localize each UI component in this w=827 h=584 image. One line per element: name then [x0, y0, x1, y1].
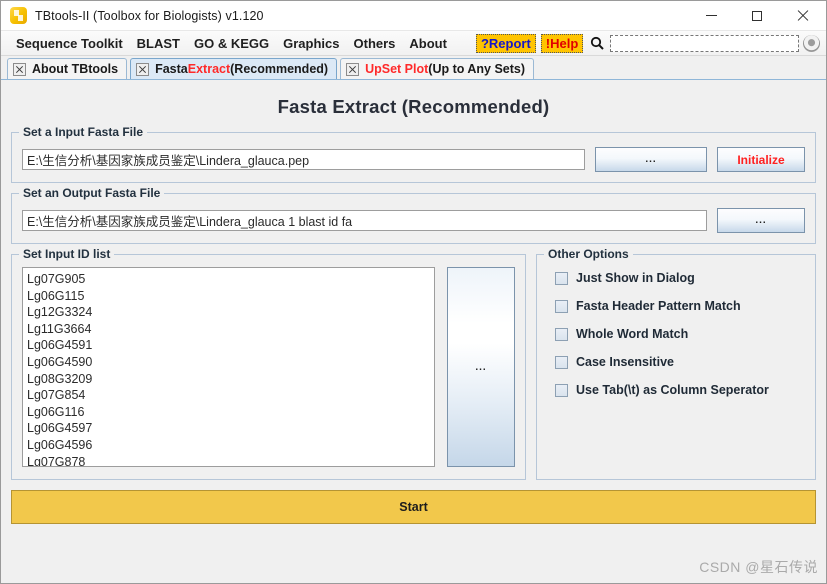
- input-fasta-browse-button[interactable]: ...: [595, 147, 707, 172]
- close-button[interactable]: [780, 1, 826, 31]
- initialize-button[interactable]: Initialize: [717, 147, 805, 172]
- menu-sequence-toolkit[interactable]: Sequence Toolkit: [9, 34, 130, 53]
- tab-label-about-tbtools: About TBtools: [32, 62, 119, 76]
- status-indicator-icon[interactable]: [803, 34, 820, 52]
- tbtools-logo-icon: [10, 7, 27, 24]
- list-item: Lg11G3664: [27, 321, 92, 336]
- input-fasta-group-body: E:\生信分析\基因家族成员鉴定\Lindera_glauca.pep ... …: [12, 133, 815, 182]
- checkbox-fasta-header-pattern-match[interactable]: Fasta Header Pattern Match: [555, 299, 805, 313]
- title-bar: TBtools-II (Toolbox for Biologists) v1.1…: [1, 1, 826, 31]
- tab-label-upset-plot: UpSet Plot: [365, 62, 429, 76]
- list-item: Lg07G905: [27, 272, 86, 286]
- checkbox-use-tab-as-column-seperator[interactable]: Use Tab(\t) as Column Seperator: [555, 383, 805, 397]
- output-fasta-group-title: Set an Output Fasta File: [19, 186, 165, 200]
- window-controls: [688, 1, 826, 31]
- id-list-body: Lg07G905 Lg06G115 Lg12G3324 Lg11G3664 Lg…: [12, 255, 525, 479]
- maximize-button[interactable]: [734, 1, 780, 31]
- checkbox-whole-word-match[interactable]: Whole Word Match: [555, 327, 805, 341]
- checkbox-icon[interactable]: [555, 327, 568, 341]
- tab-close-icon[interactable]: [136, 62, 150, 76]
- tab-strip: About TBtools Fasta Extract (Recommended…: [1, 56, 826, 80]
- list-item: Lg07G878: [27, 454, 86, 467]
- tab-label-recommended: (Recommended): [230, 62, 329, 76]
- list-item: Lg06G115: [27, 288, 85, 303]
- checkbox-icon[interactable]: [555, 271, 568, 285]
- id-list-group: Set Input ID list Lg07G905 Lg06G115 Lg12…: [11, 247, 526, 480]
- menu-go-kegg[interactable]: GO & KEGG: [187, 34, 276, 53]
- bottom-row: Set Input ID list Lg07G905 Lg06G115 Lg12…: [11, 247, 816, 480]
- other-options-body: Just Show in Dialog Fasta Header Pattern…: [537, 255, 815, 407]
- report-button[interactable]: ?Report: [475, 33, 536, 53]
- checkbox-icon[interactable]: [555, 383, 568, 397]
- list-item: Lg06G4597: [27, 421, 93, 436]
- list-item: Lg12G3324: [27, 305, 93, 320]
- tab-label-fasta: Fasta: [155, 62, 188, 76]
- checkbox-case-insensitive[interactable]: Case Insensitive: [555, 355, 805, 369]
- checkbox-just-show-in-dialog[interactable]: Just Show in Dialog: [555, 271, 805, 285]
- input-fasta-group: Set a Input Fasta File E:\生信分析\基因家族成员鉴定\…: [11, 125, 816, 183]
- input-fasta-group-title: Set a Input Fasta File: [19, 125, 148, 139]
- tab-about-tbtools[interactable]: About TBtools: [7, 58, 128, 79]
- minimize-button[interactable]: [688, 1, 734, 31]
- list-item: Lg07G854: [27, 388, 86, 403]
- close-icon: [797, 10, 809, 22]
- tab-upset-plot[interactable]: UpSet Plot (Up to Any Sets): [340, 58, 535, 79]
- output-fasta-path-field[interactable]: E:\生信分析\基因家族成员鉴定\Lindera_glauca 1 blast …: [22, 210, 707, 231]
- id-list-textarea[interactable]: Lg07G905 Lg06G115 Lg12G3324 Lg11G3664 Lg…: [22, 267, 435, 467]
- menu-others[interactable]: Others: [347, 34, 403, 53]
- menu-blast[interactable]: BLAST: [130, 34, 187, 53]
- start-button[interactable]: Start: [11, 490, 816, 524]
- start-button-row: Start: [11, 480, 816, 532]
- list-item: Lg08G3209: [27, 371, 93, 386]
- other-options-group: Other Options Just Show in Dialog Fasta …: [536, 247, 816, 480]
- checkbox-label: Use Tab(\t) as Column Seperator: [576, 383, 769, 397]
- minimize-icon: [705, 15, 717, 16]
- output-fasta-group-body: E:\生信分析\基因家族成员鉴定\Lindera_glauca 1 blast …: [12, 194, 815, 243]
- watermark: CSDN @星石传说: [699, 559, 818, 575]
- checkbox-icon[interactable]: [555, 299, 568, 313]
- input-fasta-path-field[interactable]: E:\生信分析\基因家族成员鉴定\Lindera_glauca.pep: [22, 149, 585, 170]
- checkbox-label: Fasta Header Pattern Match: [576, 299, 741, 313]
- tab-close-icon[interactable]: [13, 62, 26, 76]
- window-title: TBtools-II (Toolbox for Biologists) v1.1…: [35, 8, 264, 23]
- checkbox-icon[interactable]: [555, 355, 568, 369]
- output-fasta-group: Set an Output Fasta File E:\生信分析\基因家族成员鉴…: [11, 186, 816, 244]
- checkbox-label: Whole Word Match: [576, 327, 689, 341]
- menu-bar: Sequence Toolkit BLAST GO & KEGG Graphic…: [1, 31, 826, 56]
- tab-label-upset-sets: (Up to Any Sets): [428, 62, 526, 76]
- search-icon[interactable]: [588, 34, 606, 52]
- list-item: Lg06G4590: [27, 354, 93, 369]
- menu-graphics[interactable]: Graphics: [276, 34, 346, 53]
- list-item: Lg06G4591: [27, 338, 93, 353]
- tbtools-main-window: TBtools-II (Toolbox for Biologists) v1.1…: [0, 0, 827, 584]
- checkbox-label: Case Insensitive: [576, 355, 674, 369]
- list-item: Lg06G4596: [27, 437, 93, 452]
- checkbox-label: Just Show in Dialog: [576, 271, 695, 285]
- tab-close-icon[interactable]: [346, 62, 360, 76]
- main-content: Fasta Extract (Recommended) Set a Input …: [1, 80, 826, 583]
- tab-label-extract: Extract: [187, 62, 231, 76]
- other-options-group-title: Other Options: [544, 247, 633, 261]
- maximize-icon: [752, 10, 762, 21]
- tab-fasta-extract[interactable]: Fasta Extract (Recommended): [130, 58, 338, 79]
- help-button[interactable]: !Help: [540, 33, 584, 53]
- search-input[interactable]: [610, 34, 799, 52]
- id-list-browse-button[interactable]: ...: [447, 267, 515, 467]
- output-fasta-browse-button[interactable]: ...: [717, 208, 805, 233]
- menu-about[interactable]: About: [402, 34, 454, 53]
- list-item: Lg06G116: [27, 404, 85, 419]
- id-list-group-title: Set Input ID list: [19, 247, 115, 261]
